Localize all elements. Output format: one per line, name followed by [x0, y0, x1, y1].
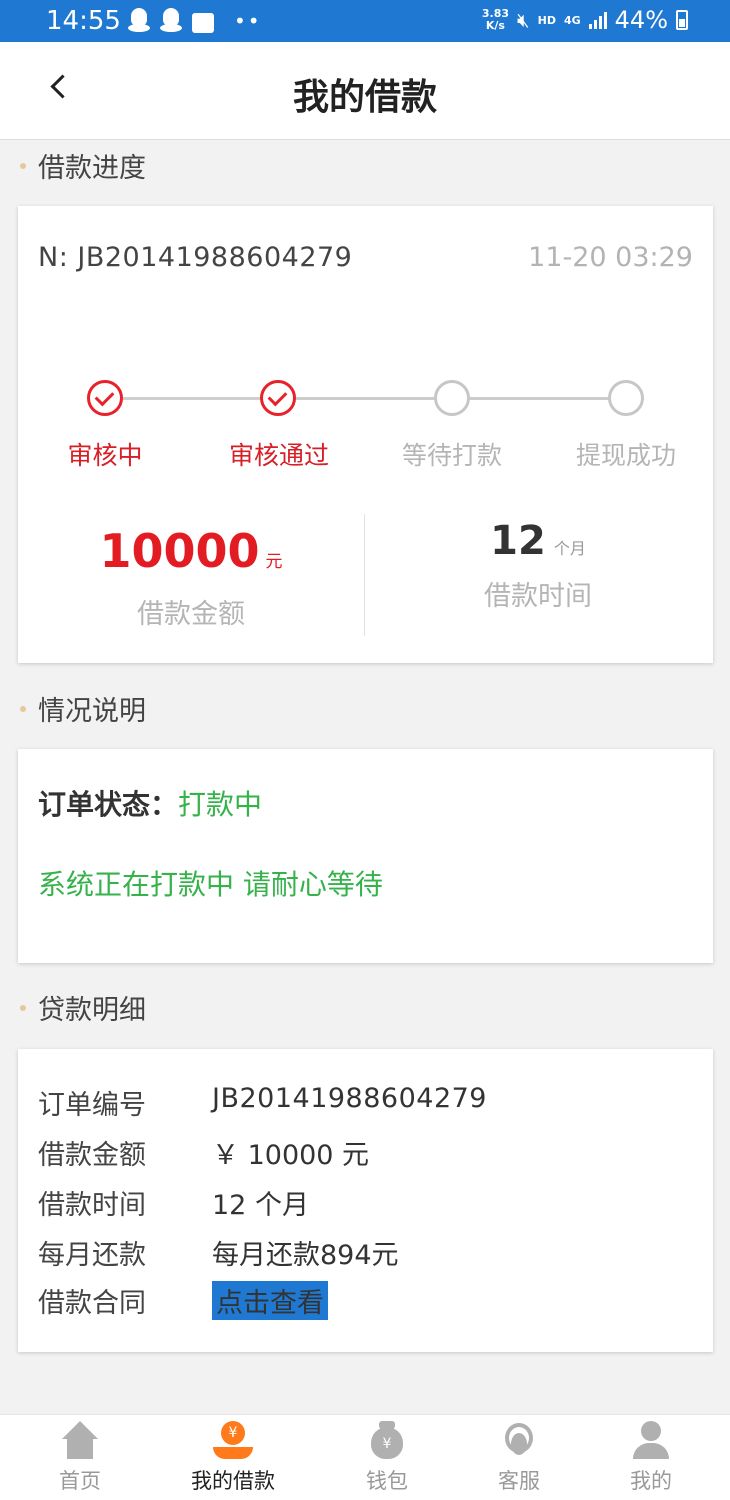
bullet-dot — [20, 705, 26, 712]
qq-icon — [160, 8, 182, 34]
detail-row: 借款时间 12 个月 — [38, 1183, 309, 1222]
detail-row: 借款金额 ￥ 10000 元 — [38, 1133, 369, 1172]
battery-percent: 44% — [614, 6, 668, 34]
nav-label: 我的 — [630, 1469, 672, 1493]
notification-icons: •• — [128, 8, 262, 34]
detail-value: 12 个月 — [212, 1190, 309, 1221]
message-icon — [192, 13, 214, 33]
section-title-status: 情况说明 — [20, 689, 146, 728]
status-message: 系统正在打款中 请耐心等待 — [38, 868, 383, 901]
detail-row: 订单编号 JB20141988604279 — [38, 1083, 487, 1122]
bullet-dot — [20, 162, 26, 169]
step-label: 等待打款 — [401, 441, 502, 470]
nav-label: 钱包 — [366, 1469, 408, 1493]
mute-icon: 🔇︎ — [517, 8, 530, 32]
more-notifications-icon: •• — [234, 9, 262, 33]
progress-card: N: JB20141988604279 11-20 03:29 审核中 审核通过… — [18, 206, 713, 663]
loan-amount-label: 借款金额 — [137, 599, 245, 630]
page-title: 我的借款 — [292, 77, 437, 118]
qq-icon — [128, 8, 150, 34]
status-bar: 14:55 •• 3.83 K/s 🔇︎ HD 4G 44% — [0, 0, 730, 42]
bottom-nav: 首页 我的借款 钱包 客服 我的 — [0, 1414, 730, 1500]
status-time: 14:55 — [46, 6, 121, 36]
network-speed: 3.83 K/s — [481, 7, 510, 32]
home-icon — [58, 1421, 102, 1461]
loan-amount-stat: 10000 元 借款金额 — [18, 524, 364, 631]
step-label: 提现成功 — [575, 441, 676, 470]
loan-term-label: 借款时间 — [484, 581, 592, 612]
loan-amount-unit: 元 — [265, 552, 283, 572]
network-type: 4G — [563, 13, 581, 27]
order-status-key: 订单状态： — [38, 788, 179, 821]
step-label: 审核中 — [67, 441, 143, 470]
nav-item-home[interactable]: 首页 — [7, 1421, 153, 1495]
nav-item-service[interactable]: 客服 — [446, 1421, 592, 1495]
detail-card: 订单编号 JB20141988604279 借款金额 ￥ 10000 元 借款时… — [18, 1049, 713, 1352]
nav-label: 首页 — [59, 1469, 101, 1493]
nav-item-mine[interactable]: 我的 — [578, 1421, 724, 1495]
loan-term-stat: 12 个月 借款时间 — [365, 518, 711, 613]
nav-item-my-loan[interactable]: 我的借款 — [160, 1421, 306, 1495]
step-pending-icon — [608, 380, 644, 416]
detail-key: 借款合同 — [38, 1288, 146, 1319]
loan-term-value: 12 — [490, 518, 546, 564]
loan-icon — [211, 1421, 255, 1461]
nav-label: 客服 — [498, 1469, 540, 1493]
detail-value: 每月还款894元 — [212, 1240, 399, 1271]
step-check-icon — [260, 380, 296, 416]
step-label: 审核通过 — [228, 441, 329, 470]
step-pending-icon — [434, 380, 470, 416]
step-check-icon — [87, 380, 123, 416]
detail-key: 借款金额 — [38, 1140, 146, 1171]
order-number: N: JB20141988604279 — [38, 242, 353, 273]
nav-item-wallet[interactable]: 钱包 — [314, 1421, 460, 1495]
loan-term-unit: 个月 — [553, 539, 586, 558]
battery-icon — [676, 10, 688, 30]
detail-value: ￥ 10000 元 — [212, 1140, 370, 1171]
order-status-value: 打款中 — [178, 788, 263, 821]
bullet-dot — [20, 1004, 26, 1011]
app-header: 我的借款 — [0, 42, 730, 140]
hd-label: HD — [537, 13, 556, 27]
section-title-progress: 借款进度 — [20, 146, 146, 185]
order-status: 订单状态：打款中 — [38, 783, 262, 823]
wallet-icon — [365, 1421, 409, 1461]
detail-key: 订单编号 — [38, 1090, 146, 1121]
detail-key: 借款时间 — [38, 1190, 146, 1221]
loan-amount-value: 10000 — [99, 524, 260, 578]
user-icon — [629, 1421, 673, 1461]
customer-service-icon — [497, 1421, 541, 1461]
system-icons: 3.83 K/s 🔇︎ HD 4G 44% — [482, 6, 688, 34]
detail-row: 借款合同 点击查看 — [38, 1281, 328, 1320]
section-title-detail: 贷款明细 — [20, 988, 146, 1027]
order-time: 11-20 03:29 — [528, 242, 693, 273]
detail-row: 每月还款 每月还款894元 — [38, 1233, 399, 1272]
status-card: 订单状态：打款中 系统正在打款中 请耐心等待 — [18, 749, 713, 963]
signal-icon — [588, 11, 607, 29]
detail-key: 每月还款 — [38, 1240, 146, 1271]
nav-label: 我的借款 — [191, 1469, 275, 1493]
view-contract-link[interactable]: 点击查看 — [212, 1281, 328, 1320]
detail-value: JB20141988604279 — [212, 1083, 487, 1114]
